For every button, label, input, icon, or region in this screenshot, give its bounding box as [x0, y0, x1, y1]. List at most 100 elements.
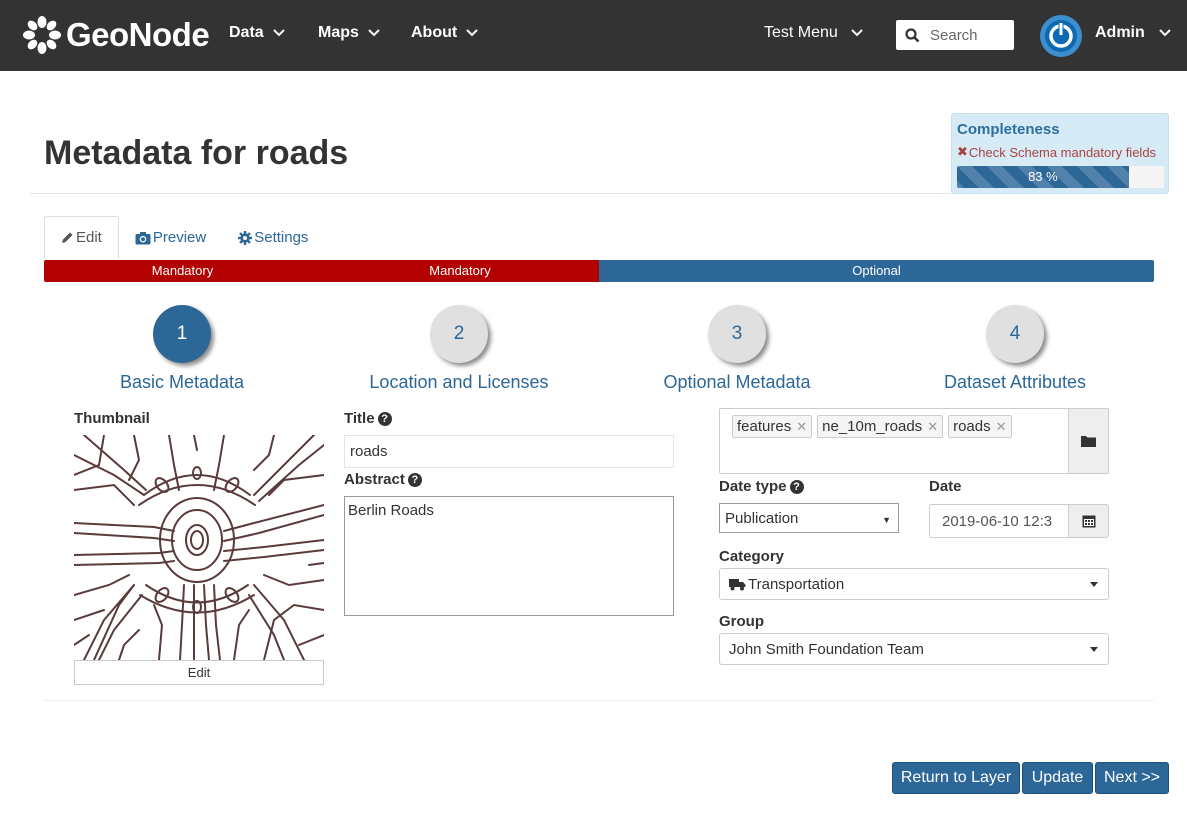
search-input[interactable] — [928, 25, 1008, 45]
step-number: 4 — [986, 305, 1044, 363]
calendar-button[interactable] — [1068, 504, 1109, 538]
top-navbar: GeoNode Data Maps About Test Menu Admin — [0, 0, 1187, 71]
keyword-text: ne_10m_roads — [822, 417, 923, 435]
keyword-tag: ne_10m_roads ✕ — [817, 415, 944, 438]
title-label: Title? — [344, 410, 392, 427]
tab-settings-label: Settings — [254, 229, 309, 246]
next-button[interactable]: Next >> — [1095, 762, 1169, 794]
user-menu[interactable]: Admin — [1095, 24, 1171, 42]
step-dataset-attributes[interactable]: 4 Dataset Attributes — [895, 305, 1135, 393]
date-type-value: Publication — [725, 509, 799, 527]
thumbnail-image — [74, 435, 324, 660]
step-bar-mandatory-2: Mandatory — [321, 260, 599, 282]
completeness-progress-bar: 83 % — [957, 166, 1129, 188]
group-label: Group — [719, 613, 764, 630]
user-name: Admin — [1095, 24, 1145, 41]
keyword-tag: roads ✕ — [948, 415, 1012, 438]
tab-preview-label: Preview — [152, 229, 207, 246]
close-icon[interactable]: ✕ — [796, 416, 807, 438]
step-number: 3 — [708, 305, 766, 363]
nav-menu-data-label: Data — [229, 24, 264, 41]
title-input[interactable] — [344, 435, 674, 468]
close-icon: ✖ — [957, 144, 968, 159]
nav-test-menu-label: Test Menu — [764, 24, 838, 41]
step-bar-mandatory-1: Mandatory — [44, 260, 321, 282]
category-label: Category — [719, 548, 785, 565]
completeness-progress: 83 % — [957, 166, 1164, 188]
step-label: Optional Metadata — [663, 372, 811, 392]
keywords-input[interactable]: features ✕ ne_10m_roads ✕ roads ✕ — [719, 408, 1069, 474]
calendar-icon — [1082, 515, 1095, 528]
search-box — [896, 20, 1014, 50]
step-number: 1 — [153, 305, 211, 363]
nav-test-menu[interactable]: Test Menu — [764, 24, 863, 42]
geonode-logo[interactable]: GeoNode — [22, 12, 210, 58]
update-button[interactable]: Update — [1022, 762, 1093, 794]
tab-edit[interactable]: Edit — [44, 216, 119, 259]
chevron-down-icon — [368, 29, 380, 37]
completeness-warning[interactable]: ✖ Check Schema mandatory fields — [957, 144, 1163, 160]
category-select[interactable]: Transportation — [719, 568, 1109, 600]
camera-icon — [135, 231, 151, 244]
step-label: Dataset Attributes — [943, 372, 1087, 392]
completeness-title: Completeness — [957, 121, 1060, 138]
nav-menu-maps[interactable]: Maps — [318, 24, 380, 42]
date-type-label: Date type? — [719, 478, 804, 495]
tab-preview[interactable]: Preview — [119, 216, 222, 259]
chevron-down-icon — [1159, 29, 1171, 37]
close-icon[interactable]: ✕ — [927, 416, 938, 438]
step-optional-metadata[interactable]: 3 Optional Metadata — [617, 305, 857, 393]
question-circle-icon[interactable]: ? — [377, 412, 392, 426]
group-select[interactable]: John Smith Foundation Team — [719, 633, 1109, 665]
category-value: Transportation — [748, 575, 845, 593]
search-icon — [905, 27, 920, 42]
nav-menu-about[interactable]: About — [411, 24, 478, 42]
question-circle-icon[interactable]: ? — [407, 473, 422, 487]
step-location-licenses[interactable]: 2 Location and Licenses — [339, 305, 579, 393]
tab-edit-label: Edit — [76, 229, 102, 246]
caret-down-icon — [1090, 647, 1098, 652]
step-basic-metadata[interactable]: 1 Basic Metadata — [62, 305, 302, 393]
tab-settings[interactable]: Settings — [222, 216, 324, 259]
geonode-flower-icon — [23, 16, 61, 54]
gear-icon — [238, 230, 253, 245]
roads-map-thumbnail — [74, 435, 324, 660]
caret-down-icon — [1090, 582, 1098, 587]
step-bar-optional: Optional — [599, 260, 1154, 282]
thumbnail-edit-button[interactable]: Edit — [74, 660, 324, 685]
completeness-progress-label: 83 % — [1028, 169, 1058, 184]
date-label: Date — [929, 478, 962, 495]
nav-menu-about-label: About — [411, 24, 458, 41]
date-type-label-text: Date type — [719, 478, 787, 495]
truck-icon — [729, 578, 746, 590]
user-avatar[interactable] — [1040, 15, 1082, 57]
abstract-textarea[interactable]: Berlin Roads — [344, 496, 674, 616]
nav-menu-data[interactable]: Data — [229, 24, 285, 42]
keywords-browse-button[interactable] — [1068, 408, 1109, 474]
brand-name: GeoNode — [66, 16, 210, 53]
question-circle-icon[interactable]: ? — [789, 480, 804, 494]
page-title: Metadata for roads — [44, 134, 349, 172]
abstract-label-text: Abstract — [344, 471, 405, 488]
chevron-down-icon — [466, 29, 478, 37]
nav-menu-maps-label: Maps — [318, 24, 359, 41]
caret-down-icon: ▼ — [882, 515, 891, 525]
chevron-down-icon — [272, 29, 285, 37]
return-to-layer-button[interactable]: Return to Layer — [892, 762, 1020, 794]
step-label: Basic Metadata — [119, 372, 245, 392]
step-label: Location and Licenses — [369, 372, 549, 392]
title-label-text: Title — [344, 410, 375, 427]
form-divider — [44, 700, 1154, 701]
close-icon[interactable]: ✕ — [996, 416, 1007, 438]
group-value: John Smith Foundation Team — [729, 640, 924, 658]
chevron-down-icon — [851, 29, 863, 37]
keyword-text: roads — [953, 417, 991, 435]
pencil-icon — [62, 232, 73, 243]
completeness-panel: Completeness ✖ Check Schema mandatory fi… — [951, 113, 1169, 194]
date-input[interactable] — [929, 504, 1069, 538]
metadata-tabs: Edit Preview Settings — [44, 216, 324, 259]
abstract-label: Abstract? — [344, 471, 422, 488]
completeness-warning-text: Check Schema mandatory fields — [968, 144, 1157, 160]
date-type-select[interactable]: Publication ▼ — [719, 503, 899, 533]
thumbnail-label: Thumbnail — [74, 410, 150, 427]
